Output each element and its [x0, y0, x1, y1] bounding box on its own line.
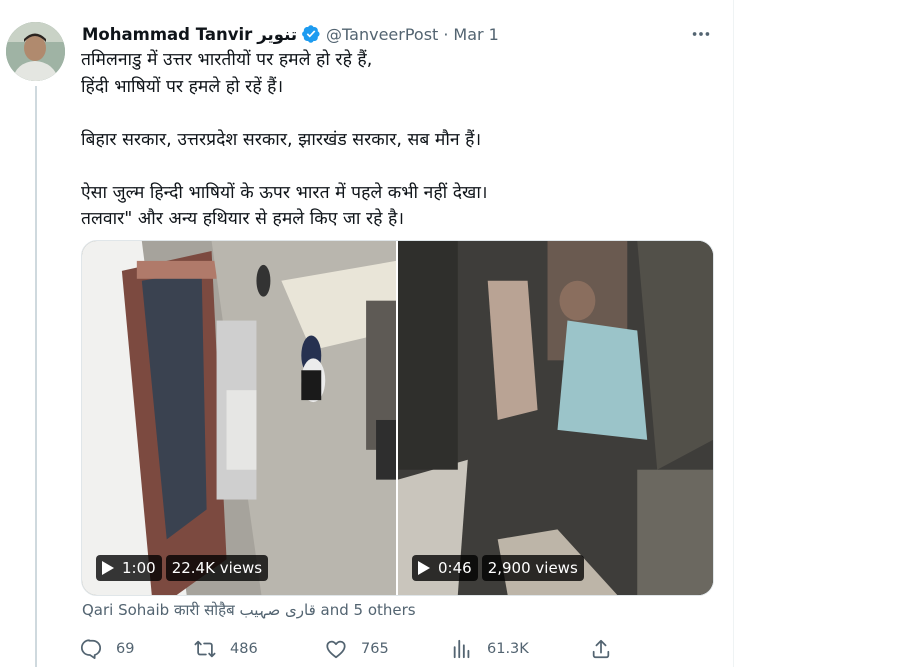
display-name[interactable]: Mohammad Tanvir — [82, 25, 252, 44]
play-icon — [418, 561, 430, 575]
column-divider — [733, 0, 734, 667]
views-badge: 22.4K views — [165, 555, 269, 581]
share-button[interactable] — [590, 632, 626, 666]
tweet-line: हिंदी भाषियों पर हमले हो रहें हैं। — [81, 76, 284, 97]
action-bar: 69 486 765 61.3K — [80, 632, 620, 666]
like-count: 765 — [361, 641, 389, 657]
reply-count: 69 — [116, 641, 135, 657]
video-thumbnail-1 — [82, 241, 396, 595]
tweet-line: तलवार" और अन्य हथियार से हमले किए जा रहे… — [81, 209, 404, 229]
tweet-text: तमिलनाडु में उत्तर भारतीयों पर हमले हो र… — [81, 47, 721, 233]
retweet-count: 486 — [230, 641, 258, 657]
thread-line — [35, 86, 37, 667]
video-overlay: 1:00 22.4K views — [96, 555, 269, 581]
views-icon — [453, 639, 470, 659]
avatar[interactable] — [6, 22, 65, 81]
video-player-1[interactable]: 1:00 22.4K views — [82, 241, 396, 595]
video-views: 22.4K views — [171, 559, 263, 577]
tweet-date[interactable]: Mar 1 — [453, 25, 498, 44]
views-button[interactable]: 61.3K — [451, 632, 529, 666]
like-icon — [326, 640, 346, 659]
like-button[interactable]: 765 — [325, 632, 389, 666]
play-icon — [102, 561, 114, 575]
verified-badge-icon — [302, 25, 320, 43]
video-views: 2,900 views — [487, 559, 578, 577]
avatar-photo — [6, 22, 65, 81]
duration-badge: 0:46 — [412, 555, 478, 581]
media-grid: 1:00 22.4K views 0:46 2,900 views — [81, 240, 714, 596]
reply-button[interactable]: 69 — [80, 632, 134, 666]
duration-badge: 1:00 — [96, 555, 162, 581]
display-name-script[interactable]: تنویر — [257, 25, 297, 44]
video-duration: 0:46 — [438, 559, 472, 577]
more-button[interactable] — [686, 22, 716, 46]
video-overlay: 0:46 2,900 views — [412, 555, 584, 581]
video-thumbnail-2 — [398, 241, 713, 595]
tweet-line: ऐसा जुल्म हिन्दी भाषियों के ऊपर भारत में… — [81, 182, 488, 203]
views-badge: 2,900 views — [481, 555, 584, 581]
retweet-icon — [194, 640, 216, 658]
handle[interactable]: @TanveerPost — [326, 25, 438, 44]
retweet-button[interactable]: 486 — [194, 632, 258, 666]
share-icon — [592, 639, 610, 659]
tweet-line: तमिलनाडु में उत्तर भारतीयों पर हमले हो र… — [81, 50, 373, 70]
tweet-header: Mohammad Tanvir تنویر @TanveerPost · Mar… — [82, 21, 499, 47]
separator: · — [443, 24, 449, 44]
reply-icon — [80, 639, 102, 660]
video-duration: 1:00 — [122, 559, 156, 577]
liked-by-link[interactable]: Qari Sohaib कारी सोहैब قاری صہیب and 5 o… — [82, 600, 416, 620]
tweet-line: बिहार सरकार, उत्तरप्रदेश सरकार, झारखंड स… — [81, 129, 482, 150]
view-count: 61.3K — [487, 641, 529, 657]
video-player-2[interactable]: 0:46 2,900 views — [398, 241, 713, 595]
more-icon — [692, 32, 710, 36]
